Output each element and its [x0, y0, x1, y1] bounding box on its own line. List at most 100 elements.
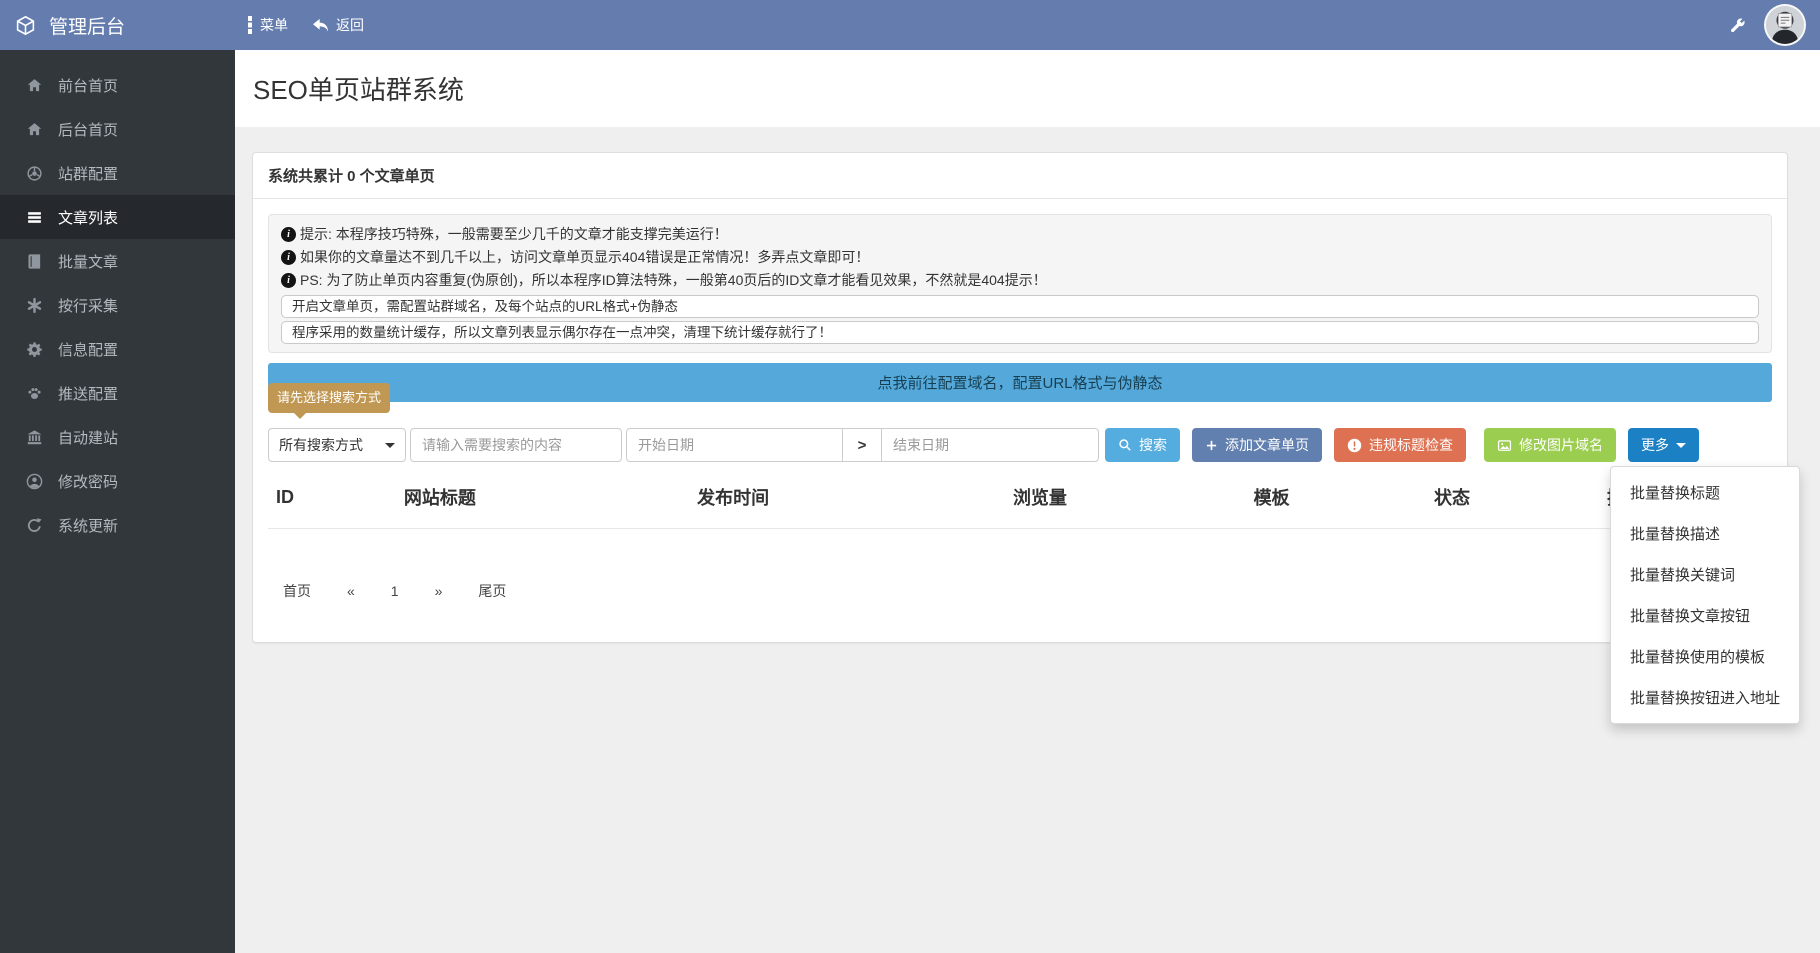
main-content: SEO单页站群系统 系统共累计 0 个文章单页 提示: 本程序技巧特殊，一般需要… — [235, 50, 1820, 953]
wrench-icon[interactable] — [1729, 17, 1746, 34]
sidebar-item-admin-home[interactable]: 后台首页 — [0, 107, 235, 151]
search-mode-select[interactable]: 所有搜索方式 — [268, 428, 406, 462]
caret-down-icon — [1676, 443, 1686, 453]
chevron-down-icon — [385, 443, 395, 453]
image-icon — [1497, 438, 1512, 453]
dropdown-item-replace-article-button[interactable]: 批量替换文章按钮 — [1611, 595, 1799, 636]
refresh-icon — [25, 517, 43, 534]
chrome-icon — [25, 165, 43, 182]
column-header-title: 网站标题 — [396, 478, 689, 529]
end-date-input[interactable] — [881, 428, 1099, 462]
sidebar-item-label: 文章列表 — [58, 207, 118, 228]
note-box: 程序采用的数量统计缓存，所以文章列表显示偶尔存在一点冲突，清理下统计缓存就行了！ — [281, 321, 1759, 344]
pagination-page-1[interactable]: 1 — [391, 577, 399, 605]
tip-text: PS: 为了防止单页内容重复(伪原创)，所以本程序ID算法特殊，一般第40页后的… — [300, 269, 1047, 292]
pagination-next[interactable]: » — [435, 577, 443, 605]
tips-well: 提示: 本程序技巧特殊，一般需要至少几千的文章才能支撑完美运行！ 如果你的文章量… — [268, 214, 1772, 353]
dropdown-item-replace-keywords[interactable]: 批量替换关键词 — [1611, 554, 1799, 595]
keyword-input[interactable] — [410, 428, 622, 462]
title-check-label: 违规标题检查 — [1369, 435, 1453, 455]
panel-header: 系统共累计 0 个文章单页 — [253, 153, 1787, 199]
add-article-button[interactable]: 添加文章单页 — [1192, 428, 1322, 462]
more-button[interactable]: 更多 — [1628, 428, 1699, 462]
column-header-publish-time: 发布时间 — [689, 478, 1005, 529]
user-avatar[interactable] — [1764, 4, 1806, 46]
page-title: SEO单页站群系统 — [253, 70, 464, 107]
brand[interactable]: 管理后台 — [0, 12, 235, 39]
dropdown-item-replace-button-url[interactable]: 批量替换按钮进入地址 — [1611, 677, 1799, 718]
sidebar-item-sitegroup-config[interactable]: 站群配置 — [0, 151, 235, 195]
sidebar-item-label: 推送配置 — [58, 383, 118, 404]
menu-label: 菜单 — [260, 15, 288, 35]
dropdown-item-replace-description[interactable]: 批量替换描述 — [1611, 513, 1799, 554]
more-button-label: 更多 — [1641, 435, 1669, 455]
sidebar-item-info-config[interactable]: 信息配置 — [0, 327, 235, 371]
sidebar-item-batch-articles[interactable]: 批量文章 — [0, 239, 235, 283]
pagination-last[interactable]: 尾页 — [478, 575, 506, 607]
config-domain-banner[interactable]: 点我前往配置域名，配置URL格式与伪静态 — [268, 363, 1772, 402]
list-icon — [25, 209, 43, 226]
pagination-first[interactable]: 首页 — [283, 575, 311, 607]
sidebar-item-line-collect[interactable]: 按行采集 — [0, 283, 235, 327]
dropdown-item-replace-title[interactable]: 批量替换标题 — [1611, 472, 1799, 513]
back-label: 返回 — [336, 15, 364, 35]
sidebar-item-label: 批量文章 — [58, 251, 118, 272]
search-toolbar: 请先选择搜索方式 所有搜索方式 > — [268, 428, 1772, 462]
sidebar-item-label: 前台首页 — [58, 75, 118, 96]
sidebar-item-label: 自动建站 — [58, 427, 118, 448]
column-header-views: 浏览量 — [1005, 478, 1246, 529]
sidebar: 前台首页 后台首页 站群配置 文章列表 批量文章 按行采集 信息配置 — [0, 50, 235, 953]
sidebar-item-article-list[interactable]: 文章列表 — [0, 195, 235, 239]
gear-icon — [25, 341, 43, 358]
tip-line: 提示: 本程序技巧特殊，一般需要至少几千的文章才能支撑完美运行！ — [281, 223, 1759, 246]
start-date-input[interactable] — [626, 428, 843, 462]
note-box: 开启文章单页，需配置站群域名，及每个站点的URL格式+伪静态 — [281, 295, 1759, 318]
sidebar-item-auto-build[interactable]: 自动建站 — [0, 415, 235, 459]
asterisk-icon — [25, 297, 43, 314]
brand-label: 管理后台 — [49, 12, 125, 39]
article-panel: 系统共累计 0 个文章单页 提示: 本程序技巧特殊，一般需要至少几千的文章才能支… — [252, 152, 1788, 643]
tip-text: 提示: 本程序技巧特殊，一般需要至少几千的文章才能支撑完美运行！ — [300, 223, 728, 246]
date-range-separator: > — [842, 428, 882, 462]
tip-text: 如果你的文章量达不到几千以上，访问文章单页显示404错误是正常情况！多弄点文章即… — [300, 246, 869, 269]
search-button[interactable]: 搜索 — [1105, 428, 1180, 462]
pagination-prev[interactable]: « — [347, 577, 355, 605]
tip-line: PS: 为了防止单页内容重复(伪原创)，所以本程序ID算法特殊，一般第40页后的… — [281, 269, 1759, 292]
add-article-label: 添加文章单页 — [1225, 435, 1309, 455]
paw-icon — [25, 385, 43, 402]
content-header: SEO单页站群系统 — [235, 50, 1820, 127]
search-mode-tooltip: 请先选择搜索方式 — [268, 383, 390, 413]
home-icon — [25, 77, 43, 94]
sidebar-item-front-home[interactable]: 前台首页 — [0, 63, 235, 107]
plus-icon — [1205, 439, 1218, 452]
image-domain-label: 修改图片域名 — [1519, 435, 1603, 455]
column-header-id: ID — [268, 478, 396, 529]
sidebar-item-label: 站群配置 — [58, 163, 118, 184]
sidebar-item-label: 后台首页 — [58, 119, 118, 140]
cube-icon — [15, 15, 36, 36]
pagination: 首页 « 1 » 尾页 — [268, 575, 1772, 607]
sidebar-item-change-password[interactable]: 修改密码 — [0, 459, 235, 503]
info-icon — [281, 273, 296, 288]
exclamation-circle-icon — [1347, 438, 1362, 453]
sidebar-item-push-config[interactable]: 推送配置 — [0, 371, 235, 415]
sidebar-item-label: 信息配置 — [58, 339, 118, 360]
more-dropdown-menu: 批量替换标题 批量替换描述 批量替换关键词 批量替换文章按钮 批量替换使用的模板… — [1610, 466, 1800, 724]
sidebar-item-label: 系统更新 — [58, 515, 118, 536]
menu-button[interactable]: 菜单 — [235, 0, 300, 50]
sidebar-item-system-update[interactable]: 系统更新 — [0, 503, 235, 547]
image-domain-button[interactable]: 修改图片域名 — [1484, 428, 1616, 462]
chevron-right-icon: > — [858, 437, 867, 454]
user-circle-icon — [25, 473, 43, 490]
dropdown-item-replace-template[interactable]: 批量替换使用的模板 — [1611, 636, 1799, 677]
tip-line: 如果你的文章量达不到几千以上，访问文章单页显示404错误是正常情况！多弄点文章即… — [281, 246, 1759, 269]
menu-bars-icon — [247, 16, 253, 34]
column-header-status: 状态 — [1426, 478, 1599, 529]
search-icon — [1118, 438, 1132, 452]
search-mode-selected: 所有搜索方式 — [279, 435, 363, 455]
back-button[interactable]: 返回 — [300, 0, 376, 50]
info-icon — [281, 227, 296, 242]
book-icon — [25, 253, 43, 270]
bank-icon — [25, 429, 43, 446]
title-check-button[interactable]: 违规标题检查 — [1334, 428, 1466, 462]
